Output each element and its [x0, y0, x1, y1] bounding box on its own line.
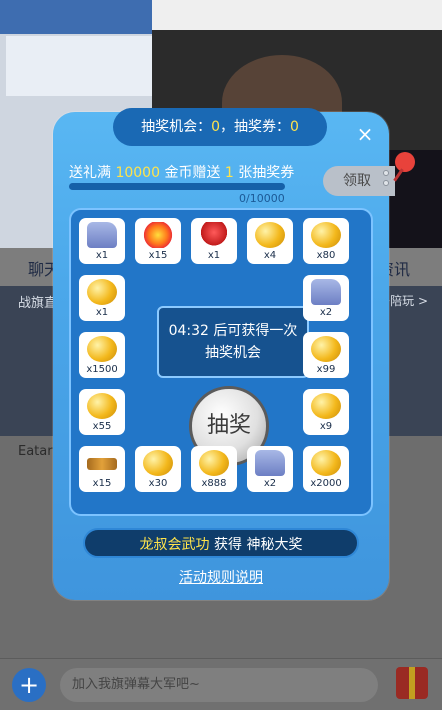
prize-cell: x4 [247, 218, 293, 264]
coin-icon [143, 450, 173, 476]
coin-icon [87, 393, 117, 419]
reward-suffix: 张抽奖券 [233, 165, 295, 181]
reward-progress-bar [69, 183, 285, 190]
prize-count: x1 [95, 307, 109, 318]
prize-count: x4 [263, 250, 277, 261]
countdown-subtext: 抽奖机会 [205, 345, 261, 361]
flower-icon [199, 222, 229, 248]
prize-cell: x55 [79, 389, 125, 435]
chance-count: 0 [211, 119, 220, 135]
reward-rule: 送礼满 10000 金币赠送 1 张抽奖券 [69, 162, 294, 182]
prize-cell: x1500 [79, 332, 125, 378]
winner-name: 龙叔会武功 [139, 537, 210, 553]
prize-cell: x1 [79, 218, 125, 264]
coin-icon [311, 222, 341, 248]
prize-count: x30 [148, 478, 168, 489]
browser-toolbar [0, 0, 160, 34]
ticket-label: ，抽奖券： [220, 119, 290, 135]
prize-count: x888 [201, 478, 227, 489]
skate-icon [87, 222, 117, 248]
prize-cell: x2000 [303, 446, 349, 492]
close-icon[interactable]: × [355, 124, 375, 144]
prize-count: x1 [207, 250, 221, 261]
prize-cell: x2 [303, 275, 349, 321]
prize-cell: x15 [135, 218, 181, 264]
skate-icon [311, 279, 341, 305]
prize-count: x15 [148, 250, 168, 261]
prize-cell: x99 [303, 332, 349, 378]
prize-count: x1 [95, 250, 109, 261]
prize-count: x15 [92, 478, 112, 489]
prize-count: x1500 [86, 364, 118, 375]
prize-grid: 04:32 后可获得一次 抽奖机会 抽奖 x1 x15 x1 x4 x80 x1 x2 x15… [79, 218, 363, 506]
firework-icon [143, 222, 173, 248]
prize-count: x2000 [310, 478, 342, 489]
gift-icon[interactable] [396, 667, 428, 699]
prize-count: x55 [92, 421, 112, 432]
prize-board: 04:32 后可获得一次 抽奖机会 抽奖 x1 x15 x1 x4 x80 x1 x2 x15… [69, 208, 373, 516]
countdown-panel: 04:32 后可获得一次 抽奖机会 [157, 306, 309, 378]
banner-left-text: 战旗直 [18, 296, 58, 311]
claim-dots [383, 168, 393, 194]
coin-icon [87, 279, 117, 305]
prize-cell: x9 [303, 389, 349, 435]
coin-icon [255, 222, 285, 248]
coin-icon [311, 336, 341, 362]
belt-icon [87, 458, 117, 470]
reward-amount: 10000 [115, 165, 160, 181]
coin-icon [311, 450, 341, 476]
lottery-modal: 抽奖机会：0，抽奖券：0 × 送礼满 10000 金币赠送 1 张抽奖券 0/1… [53, 108, 415, 600]
prize-count: x80 [316, 250, 336, 261]
prize-count: x2 [319, 307, 333, 318]
coin-icon [199, 450, 229, 476]
chance-label: 抽奖机会： [141, 119, 212, 135]
reward-progress-label: 0/10000 [239, 192, 285, 205]
prize-cell: x80 [303, 218, 349, 264]
chat-list-item: Eatar [18, 444, 53, 459]
add-button[interactable]: + [12, 668, 46, 702]
rules-link[interactable]: 活动规则说明 [53, 567, 389, 587]
coin-icon [311, 393, 341, 419]
danmaku-input[interactable]: 加入我旗弹幕大军吧~ [60, 668, 378, 702]
skate-icon [255, 450, 285, 476]
coin-icon [87, 336, 117, 362]
countdown-text: 04:32 后可获得一次 [168, 323, 298, 339]
prize-cell: x30 [135, 446, 181, 492]
winner-ticker: 龙叔会武功 获得 神秘大奖 [83, 528, 359, 558]
ticket-count: 0 [290, 119, 299, 135]
prize-cell: x2 [247, 446, 293, 492]
chance-counter: 抽奖机会：0，抽奖券：0 [113, 108, 327, 146]
video-toolbar [152, 0, 442, 30]
prize-count: x9 [319, 421, 333, 432]
prize-cell: x888 [191, 446, 237, 492]
pin-icon [395, 152, 415, 172]
chat-input-bar: + 加入我旗弹幕大军吧~ [0, 658, 442, 710]
prize-count: x99 [316, 364, 336, 375]
browser-content [6, 36, 154, 96]
reward-prefix: 送礼满 [69, 165, 116, 181]
prize-cell: x15 [79, 446, 125, 492]
winner-text: 获得 神秘大奖 [209, 537, 303, 553]
reward-tickets: 1 [224, 165, 234, 181]
prize-cell: x1 [79, 275, 125, 321]
reward-mid: 金币赠送 [160, 165, 225, 181]
prize-cell: x1 [191, 218, 237, 264]
prize-count: x2 [263, 478, 277, 489]
